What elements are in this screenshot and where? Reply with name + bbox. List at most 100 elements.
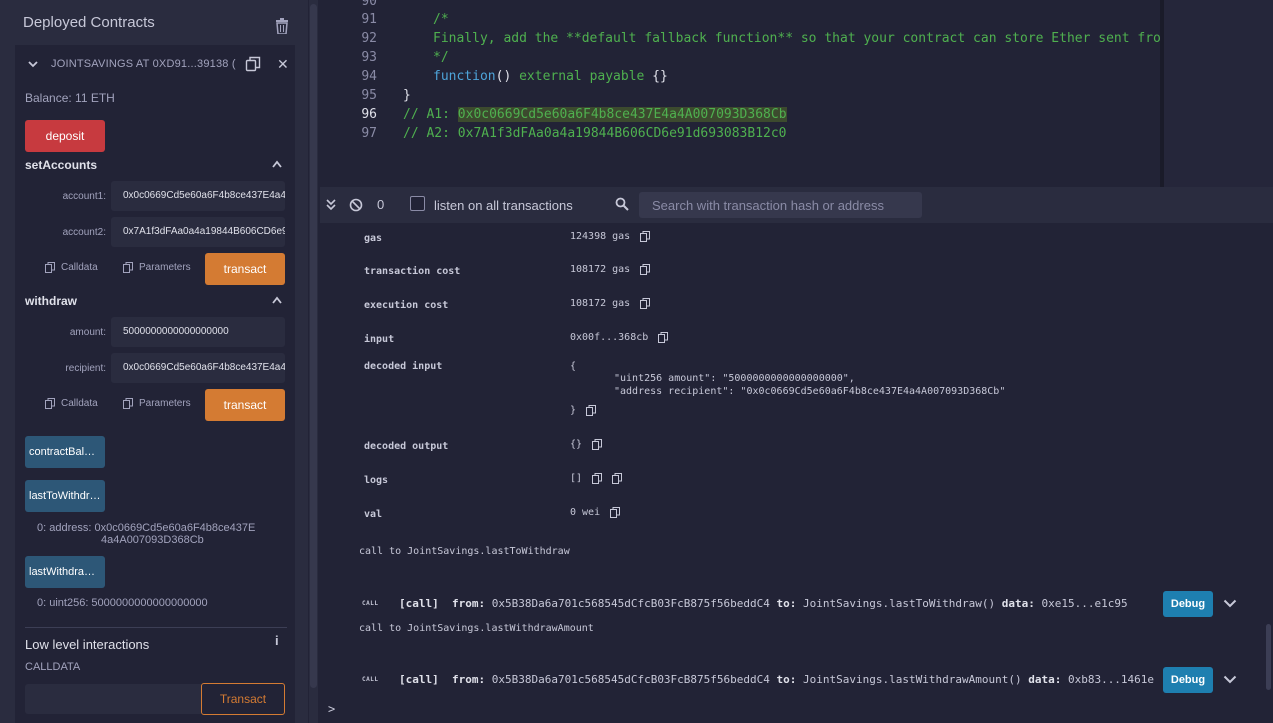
info-icon[interactable]: i: [275, 633, 279, 648]
withdraw-transact-button[interactable]: transact: [205, 389, 285, 421]
line-number: 96: [361, 107, 377, 122]
search-input[interactable]: Search with transaction hash or address: [639, 192, 922, 218]
copy-icon[interactable]: [658, 332, 669, 343]
contract-balance-button-label: contractBalance: [29, 446, 101, 458]
from-label: from:: [452, 673, 486, 686]
copy-parameters-link[interactable]: Parameters: [123, 398, 191, 409]
copy-icon[interactable]: [640, 264, 651, 275]
tx-value-text: []: [570, 473, 583, 484]
tx-key: input: [364, 334, 395, 345]
panel-title: Deployed Contracts: [23, 14, 155, 31]
tx-value: "uint256 amount": "5000000000000000000",: [614, 373, 855, 384]
from-label: from:: [452, 597, 486, 610]
call-log-line[interactable]: [call] from: 0x5B38Da6a701c568545dCfcB03…: [399, 673, 1154, 686]
calldata-input[interactable]: [25, 684, 201, 714]
last-withdraw-amount-button[interactable]: lastWithdrawAmount: [25, 556, 105, 588]
search-icon: [615, 197, 629, 211]
call-data: 0xe15...e1c95: [1041, 597, 1128, 610]
code-line: // A2: 0x7A1f3dFAa0a4a19844B606CD6e91d69…: [403, 126, 787, 141]
last-withdraw-amount-result: 0: uint256: 5000000000000000000: [37, 597, 208, 609]
copy-calldata-link[interactable]: Calldata: [45, 398, 98, 409]
line-number: 92: [361, 31, 377, 46]
clear-console-icon[interactable]: [349, 198, 363, 212]
recipient-label: recipient:: [65, 363, 106, 374]
code-token: {}: [644, 69, 668, 84]
code-line: /*: [433, 12, 449, 27]
copy-icon[interactable]: [592, 439, 603, 450]
tx-value-text: 0x00f...368cb: [570, 332, 649, 343]
set-accounts-title[interactable]: setAccounts: [25, 158, 97, 172]
data-label: data:: [1001, 597, 1035, 610]
tx-key: decoded input: [364, 361, 443, 372]
copy-parameters-link[interactable]: Parameters: [123, 262, 191, 273]
parameters-label: Parameters: [139, 262, 191, 273]
code-line: function() external payable {}: [433, 69, 668, 84]
to-function: JointSavings.lastWithdrawAmount(): [803, 673, 1022, 686]
last-to-withdraw-button-label: lastToWithdraw: [29, 490, 101, 502]
debug-button[interactable]: Debug: [1163, 667, 1213, 693]
line-number: 94: [361, 69, 377, 84]
tx-value: 0 wei: [570, 507, 621, 518]
contract-name: JOINTSAVINGS AT 0XD91...39138 (: [51, 58, 236, 70]
set-accounts-transact-button[interactable]: transact: [205, 253, 285, 285]
close-icon[interactable]: ✕: [277, 56, 289, 73]
listen-label[interactable]: listen on all transactions: [434, 198, 573, 213]
copy-icon[interactable]: [640, 298, 651, 309]
tx-value: {: [570, 361, 577, 372]
tx-value: }: [570, 405, 597, 416]
chevron-down-icon[interactable]: [1223, 599, 1237, 608]
call-log-line[interactable]: [call] from: 0x5B38Da6a701c568545dCfcB03…: [399, 597, 1128, 610]
copy-icon[interactable]: [245, 56, 261, 72]
copy-icon[interactable]: [592, 473, 603, 484]
contract-balance-button[interactable]: contractBalance: [25, 436, 105, 468]
withdraw-title[interactable]: withdraw: [25, 294, 77, 308]
terminal-prompt[interactable]: >: [328, 702, 335, 716]
account1-input[interactable]: 0x0c0669Cd5e60a6F4b8ce437E4a4A007093D368…: [111, 181, 285, 211]
call-tag: [call]: [399, 597, 439, 610]
chevron-up-icon[interactable]: [272, 296, 282, 304]
parameters-label: Parameters: [139, 398, 191, 409]
tx-value: {}: [570, 439, 603, 450]
line-number: 95: [361, 88, 377, 103]
double-chevron-down-icon[interactable]: [326, 199, 336, 211]
amount-input[interactable]: 5000000000000000000: [111, 317, 285, 347]
account1-label: account1:: [62, 191, 106, 202]
last-to-withdraw-result: 0: address: 0x0c0669Cd5e60a6F4b8ce437E: [37, 522, 256, 534]
tx-value: 108172 gas: [570, 264, 651, 275]
minimap[interactable]: [1164, 0, 1273, 187]
chevron-down-icon[interactable]: [1223, 675, 1237, 684]
chevron-up-icon[interactable]: [272, 160, 282, 168]
tx-key: transaction cost: [364, 266, 461, 277]
contract-header[interactable]: JOINTSAVINGS AT 0XD91...39138 ( ✕: [15, 47, 295, 83]
chevron-down-icon[interactable]: [28, 59, 38, 69]
keyword: function: [433, 69, 496, 84]
tx-key: logs: [364, 475, 389, 486]
call-tag: [call]: [399, 673, 439, 686]
copy-icon[interactable]: [640, 231, 651, 242]
left-scrollbar-thumb[interactable]: [310, 4, 317, 688]
listen-checkbox[interactable]: [410, 196, 425, 211]
copy-icon: [123, 262, 133, 273]
copy-icon[interactable]: [612, 473, 623, 484]
calldata-label: Calldata: [61, 398, 98, 409]
debug-button[interactable]: Debug: [1163, 591, 1213, 617]
copy-icon[interactable]: [586, 405, 597, 416]
tx-value: "address recipient": "0x0c0669Cd5e60a6F4…: [614, 386, 1006, 397]
tx-value: []: [570, 473, 623, 484]
trash-icon[interactable]: [275, 18, 289, 34]
tx-key: gas: [364, 233, 383, 244]
keyword: payable: [589, 69, 645, 84]
tx-key: execution cost: [364, 300, 449, 311]
last-to-withdraw-button[interactable]: lastToWithdraw: [25, 480, 105, 512]
copy-calldata-link[interactable]: Calldata: [45, 262, 98, 273]
recipient-input[interactable]: 0x0c0669Cd5e60a6F4b8ce437E4a4A007093D368…: [111, 353, 285, 383]
last-withdraw-amount-button-label: lastWithdrawAmount: [29, 566, 101, 578]
keyword: external: [519, 69, 582, 84]
copy-icon[interactable]: [610, 507, 621, 518]
terminal-scrollbar-thumb[interactable]: [1266, 624, 1271, 690]
account2-input[interactable]: 0x7A1f3dFAa0a4a19844B606CD6e91d693083B12…: [111, 217, 285, 247]
code-editor[interactable]: [320, 0, 1273, 187]
call-title: call to JointSavings.lastToWithdraw: [359, 546, 570, 557]
deposit-button[interactable]: deposit: [25, 120, 105, 152]
low-level-transact-button[interactable]: Transact: [201, 683, 285, 715]
